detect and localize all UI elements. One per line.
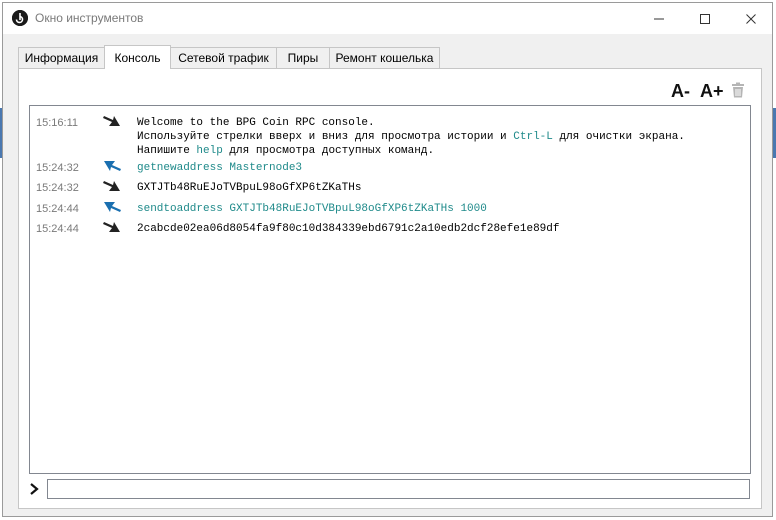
close-button[interactable] [728,3,774,34]
minimize-button[interactable] [636,3,682,34]
chevron-right-icon [30,483,39,495]
reply-arrow-icon [103,116,120,126]
request-arrow-icon [104,202,121,212]
maximize-button[interactable] [682,3,728,34]
entry-message: sendtoaddress GXTJTb48RuEJoTVBpuL98oGfXP… [137,203,487,215]
minimize-icon [654,18,664,19]
tab-peers[interactable]: Пиры [276,47,330,68]
entry-timestamp: 15:24:44 [36,203,79,215]
reply-arrow-icon [103,222,120,232]
app-logo-icon [12,10,28,26]
tab-console[interactable]: Консоль [104,45,171,69]
title-bar[interactable]: Окно инструментов [3,3,772,34]
close-icon [746,13,756,24]
trash-icon[interactable] [731,82,745,98]
maximize-icon [700,13,710,24]
tab-wallet-repair[interactable]: Ремонт кошелька [329,47,440,68]
entry-message: GXTJTb48RuEJoTVBpuL98oGfXP6tZKaTHs [137,182,362,194]
window-title: Окно инструментов [35,11,144,25]
entry-message: getnewaddress Masternode3 [137,162,303,174]
console-command-input[interactable] [47,479,750,499]
font-larger-button[interactable]: A+ [700,81,724,102]
entry-message: Welcome to the BPG Coin RPC console. Исп… [137,117,685,157]
console-output[interactable]: 15:16:11 Welcome to the BPG Coin RPC con… [29,105,751,474]
tab-information[interactable]: Информация [18,47,105,68]
font-smaller-button[interactable]: A- [671,81,690,102]
request-arrow-icon [104,161,121,171]
entry-timestamp: 15:16:11 [36,117,79,129]
tab-network-traffic[interactable]: Сетевой трафик [170,47,277,68]
entry-timestamp: 15:24:32 [36,182,79,194]
reply-arrow-icon [103,181,120,191]
entry-timestamp: 15:24:32 [36,162,79,174]
console-panel: A- A+ 15:16:11 Welcome to the BPG Coin R… [18,68,762,509]
entry-message: 2cabcde02ea06d8054fa9f80c10d384339ebd679… [137,223,560,235]
tools-window: Окно инструментов Информация Консоль Сет… [2,2,773,517]
entry-timestamp: 15:24:44 [36,223,79,235]
